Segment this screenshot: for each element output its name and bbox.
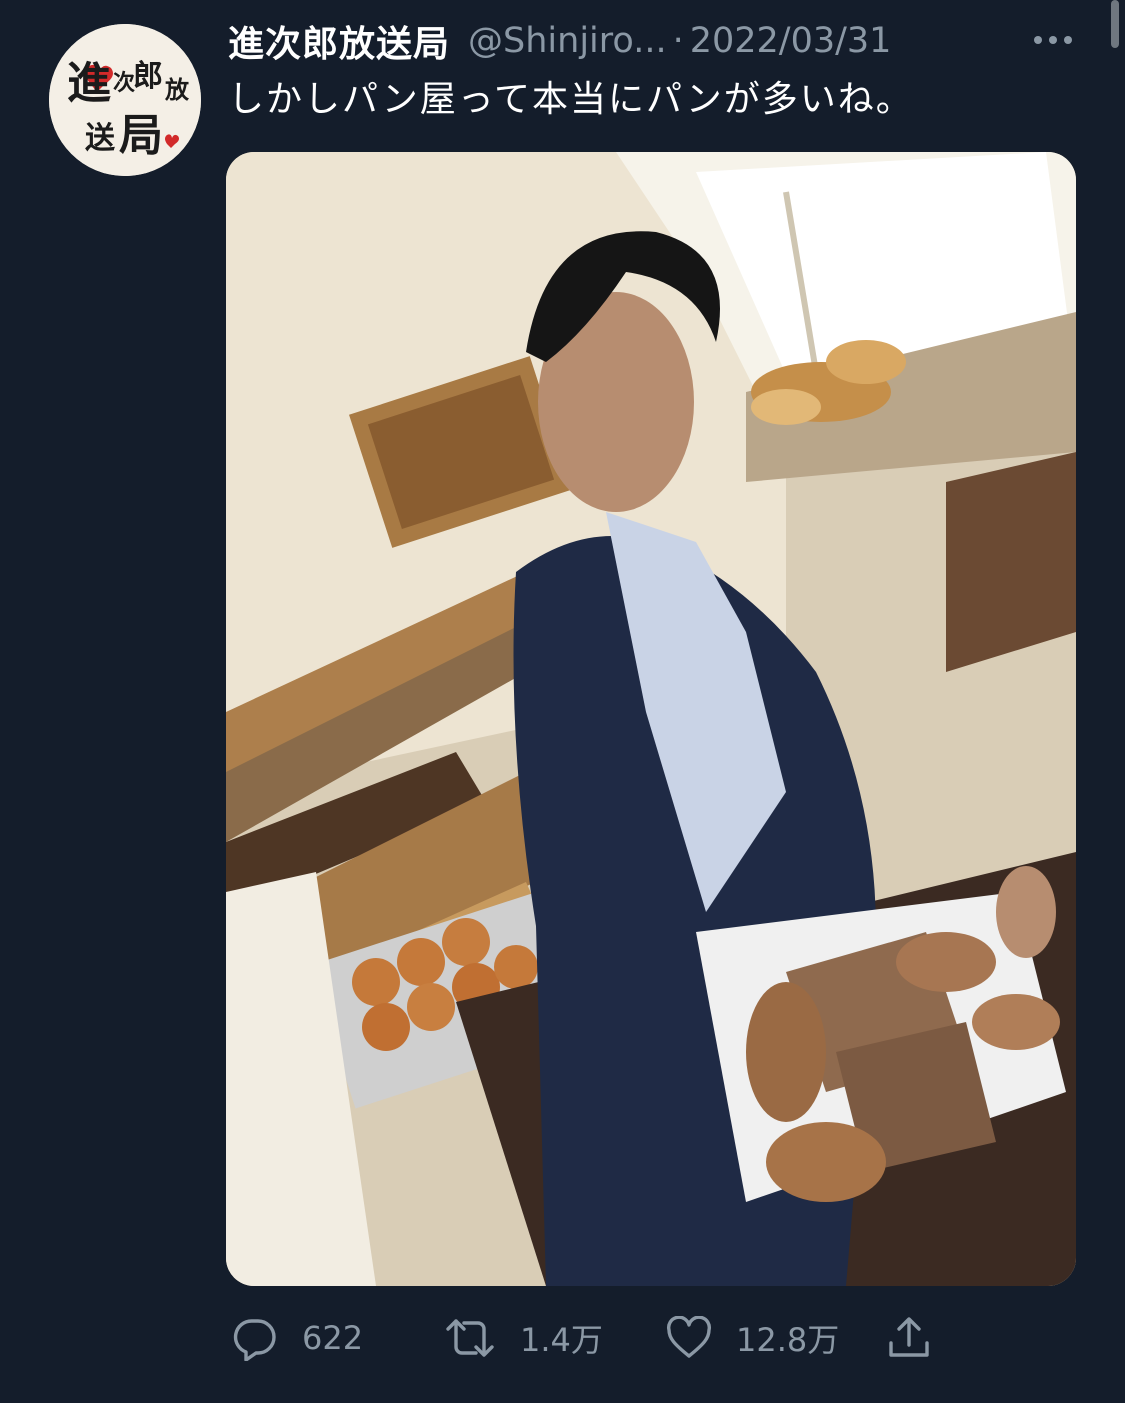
avatar-char-6: 局 <box>119 110 163 161</box>
tweet-date[interactable]: 2022/03/31 <box>690 21 892 61</box>
bakery-photo-image <box>226 152 1076 1286</box>
like-button[interactable]: 12.8万 <box>666 1306 839 1370</box>
like-icon <box>667 1316 711 1358</box>
retweet-icon <box>446 1319 494 1357</box>
avatar-char-1: 進 <box>67 58 111 109</box>
like-count: 12.8万 <box>736 1321 840 1359</box>
tweet-header: 進次郎放送局 @Shinjiro... · 2022/03/31 <box>228 16 1098 66</box>
avatar-char-4: 放 <box>164 75 190 104</box>
separator-dot: · <box>672 21 684 61</box>
scrollbar[interactable] <box>1111 0 1119 48</box>
tweet-actions: 622 1.4万 12.8万 <box>226 1306 986 1370</box>
user-handle[interactable]: @Shinjiro... <box>468 21 667 61</box>
share-button[interactable] <box>886 1306 932 1370</box>
display-name[interactable]: 進次郎放送局 <box>228 15 450 67</box>
retweet-count: 1.4万 <box>520 1321 603 1359</box>
avatar-logo-image: 進 次 郎 放 送 局 <box>49 24 201 176</box>
tweet[interactable]: 進 次 郎 放 送 局 進次郎放送局 @Shinjiro... · 2022/0… <box>0 0 1125 1403</box>
avatar-char-2: 次 <box>113 70 135 96</box>
retweet-button[interactable]: 1.4万 <box>444 1306 603 1370</box>
tweet-photo[interactable] <box>226 152 1076 1286</box>
more-icon[interactable] <box>1030 20 1076 60</box>
tweet-text: しかしパン屋って本当にパンが多いね。 <box>228 79 914 120</box>
share-icon <box>889 1317 929 1357</box>
avatar-char-5: 送 <box>85 121 115 156</box>
avatar-char-3: 郎 <box>133 59 163 94</box>
reply-button[interactable]: 622 <box>232 1306 363 1370</box>
reply-icon <box>233 1319 276 1361</box>
reply-count: 622 <box>302 1319 364 1357</box>
profile-avatar[interactable]: 進 次 郎 放 送 局 <box>49 24 201 176</box>
